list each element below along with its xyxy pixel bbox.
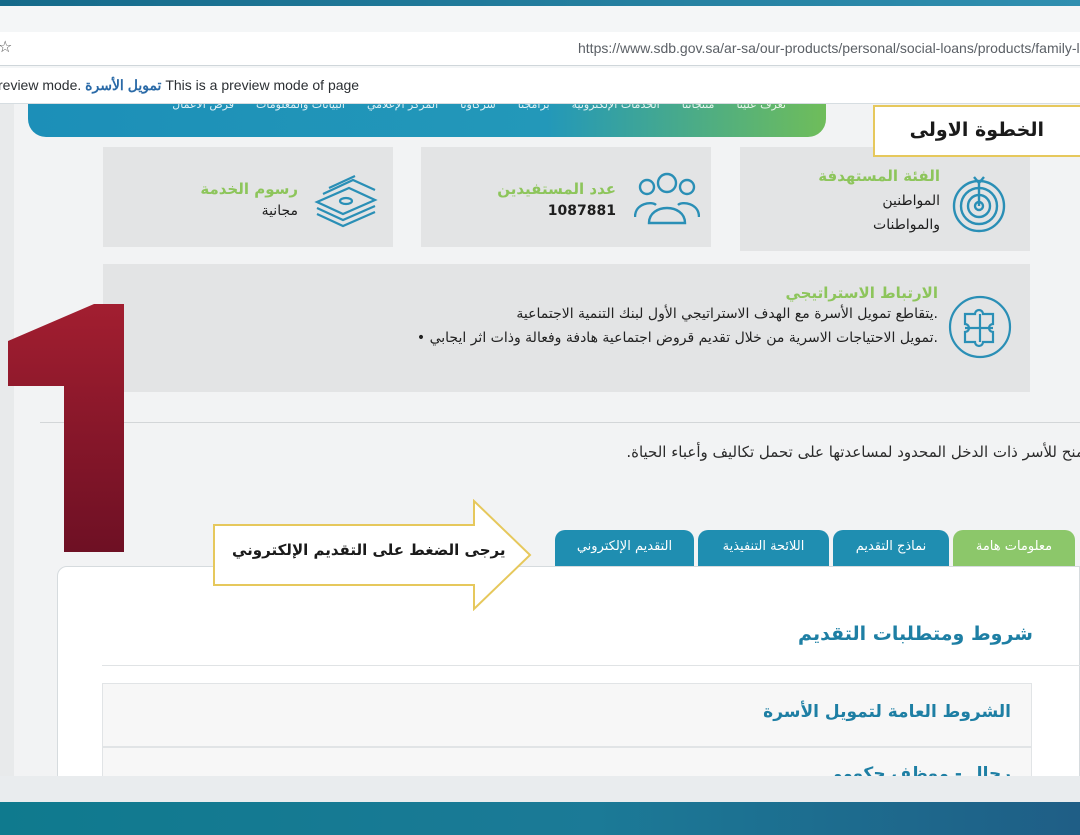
fees-value: مجانية xyxy=(261,203,298,219)
requirements-title: شروط ومتطلبات التقديم xyxy=(798,623,1033,645)
beneficiaries-title: عدد المستفيدين xyxy=(497,180,616,198)
strategy-title: الارتباط الاستراتيجي xyxy=(785,284,938,302)
money-stack-icon xyxy=(314,175,378,228)
preview-prefix: review mode. xyxy=(0,77,82,93)
nav-item-eservices[interactable]: الخدمات الإلكترونية xyxy=(572,104,660,112)
product-description: منح للأسر ذات الدخل المحدود لمساعدتها عل… xyxy=(626,443,1080,461)
step-label-box: الخطوة الاولى xyxy=(873,105,1080,157)
puzzle-icon xyxy=(948,295,1012,359)
strategy-line2: • تمويل الاحتياجات الاسرية من خلال تقديم… xyxy=(416,330,938,346)
bottom-band xyxy=(0,776,1080,835)
preview-banner: review mode. تمويل الأسرة This is a prev… xyxy=(0,68,1080,104)
preview-page-title: تمويل الأسرة xyxy=(85,77,162,93)
target-line2: والمواطنات xyxy=(873,217,940,233)
product-tabs: معلومات هامة نماذج التقديم اللائحة التنف… xyxy=(555,530,1080,566)
step-number-one xyxy=(8,304,124,552)
target-group-card: الفئة المستهدفة المواطنين والمواطنات xyxy=(740,147,1030,251)
panel-divider xyxy=(102,665,1080,666)
step-label-text: الخطوة الاولى xyxy=(909,119,1044,141)
nav-item-partners[interactable]: شركاؤنا xyxy=(460,104,496,112)
nav-item-data[interactable]: البيانات والمعلومات xyxy=(256,104,345,112)
section-divider xyxy=(40,422,1080,423)
tab-regulations[interactable]: اللائحة التنفيذية xyxy=(698,530,829,566)
accordion-label-general: الشروط العامة لتمويل الأسرة xyxy=(763,702,1011,722)
accordion-item[interactable]: الشروط العامة لتمويل الأسرة xyxy=(102,683,1032,747)
accordion-label-gov-employee: رجال - موظف حكومي xyxy=(825,764,1011,776)
address-bar[interactable]: ☆ https://www.sdb.gov.sa/ar-sa/our-produ… xyxy=(0,32,1080,66)
preview-text: review mode. تمويل الأسرة This is a prev… xyxy=(0,77,359,94)
people-icon xyxy=(634,172,700,225)
fees-title: رسوم الخدمة xyxy=(200,180,298,198)
tab-important-info[interactable]: معلومات هامة xyxy=(953,530,1075,566)
accordion-item[interactable]: رجال - موظف حكومي xyxy=(102,747,1032,776)
beneficiaries-count: 1087881 xyxy=(547,203,616,219)
strategic-link-card: الارتباط الاستراتيجي يتقاطع تمويل الأسرة… xyxy=(103,264,1030,392)
bottom-light-strip xyxy=(0,776,1080,802)
url-text[interactable]: https://www.sdb.gov.sa/ar-sa/our-product… xyxy=(578,40,1080,56)
nav-item-products[interactable]: منتجاتنا xyxy=(682,104,715,112)
page-content: تعرّف علينا منتجاتنا الخدمات الإلكترونية… xyxy=(0,104,1080,776)
main-nav: تعرّف علينا منتجاتنا الخدمات الإلكترونية… xyxy=(28,104,826,137)
nav-item-about[interactable]: تعرّف علينا xyxy=(736,104,786,112)
tab-application-forms[interactable]: نماذج التقديم xyxy=(833,530,949,566)
nav-item-business[interactable]: فرص الأعمال xyxy=(172,104,234,112)
target-icon xyxy=(952,176,1006,233)
strategy-line1: يتقاطع تمويل الأسرة مع الهدف الاستراتيجي… xyxy=(516,306,938,322)
target-line1: المواطنين xyxy=(882,193,940,209)
preview-suffix: This is a preview mode of page xyxy=(165,77,360,93)
service-fees-card: رسوم الخدمة مجانية xyxy=(103,147,393,247)
callout-text: يرجى الضغط على التقديم الإلكتروني xyxy=(232,541,506,559)
requirements-panel: شروط ومتطلبات التقديم الشروط العامة لتمو… xyxy=(57,566,1080,776)
bookmark-star-icon[interactable]: ☆ xyxy=(0,37,12,56)
target-title: الفئة المستهدفة xyxy=(818,167,940,185)
nav-item-programs[interactable]: برامجنا xyxy=(518,104,550,112)
nav-item-media[interactable]: المركز الإعلامي xyxy=(367,104,438,112)
tab-electronic-apply[interactable]: التقديم الإلكتروني xyxy=(555,530,694,566)
beneficiaries-card: عدد المستفيدين 1087881 xyxy=(421,147,711,247)
